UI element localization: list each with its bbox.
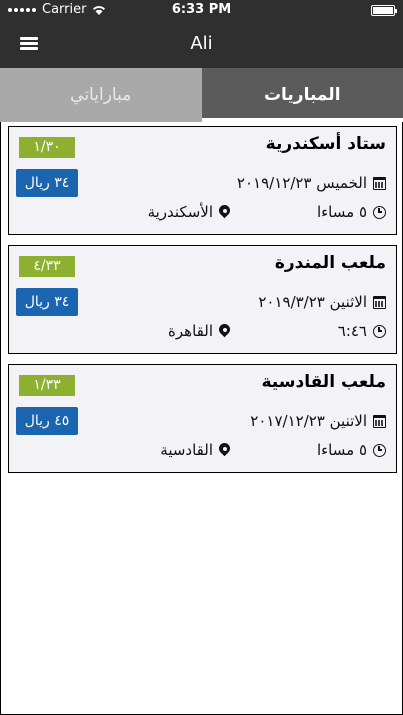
match-time: ٥ مساءا: [316, 441, 367, 459]
match-date: الخميس ٢٠١٩/١٢/٢٣: [236, 174, 367, 192]
clock-icon: [373, 205, 386, 219]
venue-name: ستاد أسكندرية: [265, 134, 386, 154]
time-row: ٥ مساءا: [317, 441, 386, 459]
date-row: الخميس ٢٠١٩/١٢/٢٣: [237, 174, 386, 192]
tab-bar: مباراياتي المباريات: [0, 68, 403, 122]
seats-badge: ١/٣٣: [19, 375, 75, 396]
clock-icon: [373, 443, 386, 457]
match-location: القاهرة: [168, 322, 213, 340]
tab-my-matches[interactable]: مباراياتي: [0, 68, 202, 122]
venue-name: ملعب القادسية: [261, 372, 387, 392]
time-row: ٦:٤٦: [338, 322, 386, 340]
match-time: ٥ مساءا: [316, 203, 367, 221]
clock-icon: [373, 324, 386, 338]
price-badge: ٣٤ ريال: [16, 169, 78, 197]
seats-badge: ٤/٣٣: [19, 256, 75, 277]
nav-title: Ali: [190, 33, 213, 54]
price-badge: ٣٤ ريال: [16, 288, 78, 316]
status-bar: Carrier 6:33 PM: [0, 0, 403, 20]
status-time: 6:33 PM: [171, 2, 232, 17]
location-row: القاهرة: [168, 322, 230, 340]
time-row: ٥ مساءا: [317, 203, 386, 221]
location-row: الأسكندرية: [148, 203, 230, 221]
date-row: الاثنين ٢٠١٩/٣/٢٣: [258, 293, 386, 311]
tab-matches[interactable]: المباريات: [201, 68, 403, 122]
location-row: القادسية: [160, 441, 230, 459]
match-card[interactable]: ملعب القادسية ١/٣٣ ٤٥ ريال الاتنين ٢٠١٧/…: [8, 364, 397, 473]
match-location: القادسية: [160, 441, 213, 459]
match-time: ٦:٤٦: [337, 322, 367, 340]
location-pin-icon: [219, 443, 230, 457]
match-card[interactable]: ستاد أسكندرية ١/٣٠ ٣٤ ريال الخميس ٢٠١٩/١…: [8, 126, 397, 235]
price-badge: ٤٥ ريال: [16, 407, 78, 435]
battery-fill: [373, 7, 393, 14]
match-date: الاثنين ٢٠١٩/٣/٢٣: [258, 293, 367, 311]
match-card[interactable]: ملعب المندرة ٤/٣٣ ٣٤ ريال الاثنين ٢٠١٩/٣…: [8, 245, 397, 354]
location-pin-icon: [219, 205, 230, 219]
seats-badge: ١/٣٠: [19, 137, 75, 158]
nav-bar: Ali: [0, 20, 403, 68]
location-pin-icon: [219, 324, 230, 338]
battery-icon: [371, 5, 397, 16]
venue-name: ملعب المندرة: [274, 253, 386, 273]
date-row: الاتنين ٢٠١٧/١٢/٢٣: [250, 412, 386, 430]
calendar-icon: [373, 176, 386, 190]
match-date: الاتنين ٢٠١٧/١٢/٢٣: [250, 412, 367, 430]
match-location: الأسكندرية: [147, 203, 213, 221]
calendar-icon: [373, 295, 386, 309]
calendar-icon: [373, 414, 386, 428]
